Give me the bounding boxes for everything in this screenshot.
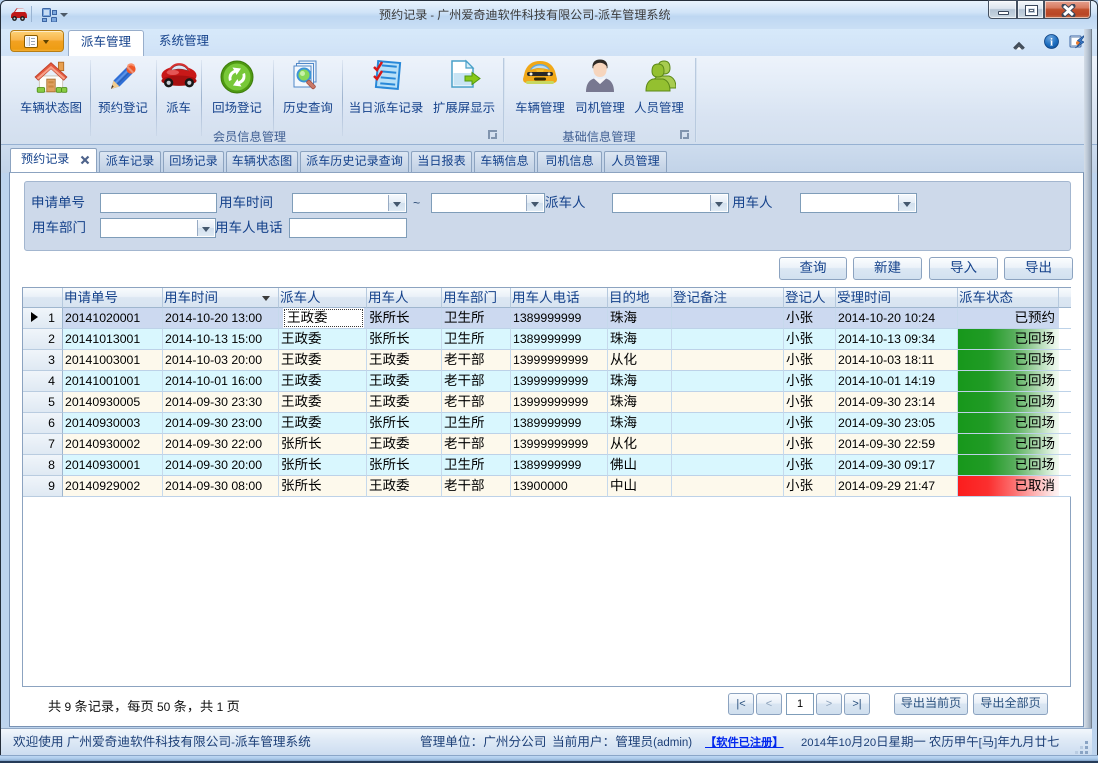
svg-text:i: i <box>1050 37 1053 49</box>
